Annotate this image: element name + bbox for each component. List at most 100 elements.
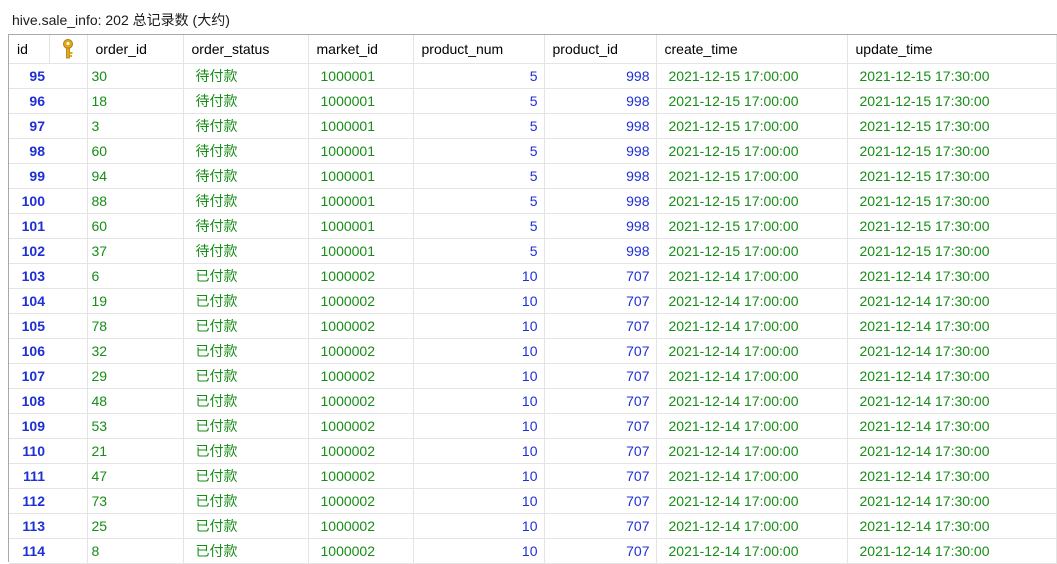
cell-order-status[interactable]: 待付款 [183, 238, 309, 264]
cell-order-id[interactable]: 21 [87, 438, 184, 464]
cell-product-id[interactable]: 707 [544, 413, 657, 439]
cell-id[interactable]: 111 [9, 463, 49, 489]
cell-update-time[interactable]: 2021-12-14 17:30:00 [847, 463, 1057, 489]
cell-market-id[interactable]: 1000002 [308, 538, 414, 564]
cell-update-time[interactable]: 2021-12-15 17:30:00 [847, 138, 1057, 164]
cell-update-time[interactable]: 2021-12-14 17:30:00 [847, 438, 1057, 464]
cell-id[interactable]: 105 [9, 313, 49, 339]
table-row[interactable]: 111 47 已付款 1000002 10 707 2021-12-14 17:00:00 2… [9, 463, 1057, 489]
cell-product-num[interactable]: 5 [413, 188, 545, 214]
cell-id[interactable]: 114 [9, 538, 49, 564]
table-row[interactable]: 102 37 待付款 1000001 5 998 2021-12-15 17:00:00 20… [9, 238, 1057, 264]
cell-order-id[interactable]: 60 [87, 138, 184, 164]
cell-order-id[interactable]: 78 [87, 313, 184, 339]
cell-create-time[interactable]: 2021-12-14 17:00:00 [656, 313, 848, 339]
cell-product-num[interactable]: 10 [413, 313, 545, 339]
cell-update-time[interactable]: 2021-12-15 17:30:00 [847, 113, 1057, 139]
table-row[interactable]: 97 3 待付款 1000001 5 998 2021-12-15 17:00:00 2021… [9, 113, 1057, 139]
cell-market-id[interactable]: 1000002 [308, 513, 414, 539]
cell-create-time[interactable]: 2021-12-14 17:00:00 [656, 388, 848, 414]
cell-product-num[interactable]: 10 [413, 363, 545, 389]
column-header-product-num[interactable]: product_num [413, 35, 545, 64]
cell-order-status[interactable]: 已付款 [183, 463, 309, 489]
cell-create-time[interactable]: 2021-12-14 17:00:00 [656, 413, 848, 439]
cell-key[interactable] [49, 63, 88, 89]
cell-order-id[interactable]: 53 [87, 413, 184, 439]
table-row[interactable]: 112 73 已付款 1000002 10 707 2021-12-14 17:00:00 2… [9, 488, 1057, 514]
cell-order-status[interactable]: 待付款 [183, 138, 309, 164]
cell-market-id[interactable]: 1000001 [308, 188, 414, 214]
cell-create-time[interactable]: 2021-12-15 17:00:00 [656, 238, 848, 264]
cell-id[interactable]: 113 [9, 513, 49, 539]
cell-product-num[interactable]: 10 [413, 488, 545, 514]
cell-key[interactable] [49, 263, 88, 289]
cell-create-time[interactable]: 2021-12-14 17:00:00 [656, 463, 848, 489]
table-row[interactable]: 113 25 已付款 1000002 10 707 2021-12-14 17:00:00 2… [9, 513, 1057, 539]
cell-key[interactable] [49, 238, 88, 264]
cell-key[interactable] [49, 438, 88, 464]
cell-order-status[interactable]: 已付款 [183, 363, 309, 389]
cell-create-time[interactable]: 2021-12-15 17:00:00 [656, 213, 848, 239]
cell-update-time[interactable]: 2021-12-15 17:30:00 [847, 163, 1057, 189]
cell-order-id[interactable]: 3 [87, 113, 184, 139]
cell-product-id[interactable]: 998 [544, 213, 657, 239]
cell-update-time[interactable]: 2021-12-14 17:30:00 [847, 338, 1057, 364]
cell-market-id[interactable]: 1000002 [308, 288, 414, 314]
cell-key[interactable] [49, 463, 88, 489]
cell-order-id[interactable]: 18 [87, 88, 184, 114]
cell-id[interactable]: 102 [9, 238, 49, 264]
cell-product-id[interactable]: 707 [544, 513, 657, 539]
cell-market-id[interactable]: 1000001 [308, 88, 414, 114]
cell-create-time[interactable]: 2021-12-14 17:00:00 [656, 263, 848, 289]
cell-market-id[interactable]: 1000001 [308, 163, 414, 189]
table-row[interactable]: 114 8 已付款 1000002 10 707 2021-12-14 17:00:00 20… [9, 538, 1057, 564]
cell-update-time[interactable]: 2021-12-14 17:30:00 [847, 388, 1057, 414]
cell-key[interactable] [49, 163, 88, 189]
cell-market-id[interactable]: 1000002 [308, 263, 414, 289]
cell-product-num[interactable]: 5 [413, 113, 545, 139]
cell-product-num[interactable]: 10 [413, 438, 545, 464]
cell-order-status[interactable]: 待付款 [183, 113, 309, 139]
cell-product-num[interactable]: 10 [413, 263, 545, 289]
cell-create-time[interactable]: 2021-12-15 17:00:00 [656, 88, 848, 114]
cell-order-status[interactable]: 已付款 [183, 388, 309, 414]
cell-product-id[interactable]: 998 [544, 238, 657, 264]
cell-order-id[interactable]: 73 [87, 488, 184, 514]
table-row[interactable]: 109 53 已付款 1000002 10 707 2021-12-14 17:00:00 2… [9, 413, 1057, 439]
cell-product-num[interactable]: 10 [413, 338, 545, 364]
cell-product-id[interactable]: 998 [544, 88, 657, 114]
cell-key[interactable] [49, 113, 88, 139]
cell-market-id[interactable]: 1000001 [308, 113, 414, 139]
cell-product-id[interactable]: 707 [544, 263, 657, 289]
cell-id[interactable]: 99 [9, 163, 49, 189]
cell-order-id[interactable]: 29 [87, 363, 184, 389]
cell-product-num[interactable]: 10 [413, 288, 545, 314]
cell-product-id[interactable]: 707 [544, 288, 657, 314]
cell-update-time[interactable]: 2021-12-15 17:30:00 [847, 63, 1057, 89]
cell-order-id[interactable]: 37 [87, 238, 184, 264]
cell-id[interactable]: 110 [9, 438, 49, 464]
cell-product-id[interactable]: 707 [544, 438, 657, 464]
cell-product-num[interactable]: 5 [413, 63, 545, 89]
cell-create-time[interactable]: 2021-12-14 17:00:00 [656, 363, 848, 389]
cell-create-time[interactable]: 2021-12-14 17:00:00 [656, 338, 848, 364]
table-row[interactable]: 108 48 已付款 1000002 10 707 2021-12-14 17:00:00 2… [9, 388, 1057, 414]
cell-order-id[interactable]: 25 [87, 513, 184, 539]
cell-id[interactable]: 98 [9, 138, 49, 164]
cell-order-id[interactable]: 32 [87, 338, 184, 364]
cell-create-time[interactable]: 2021-12-14 17:00:00 [656, 488, 848, 514]
cell-order-status[interactable]: 待付款 [183, 63, 309, 89]
cell-order-id[interactable]: 94 [87, 163, 184, 189]
result-grid[interactable]: id order_id order_status market_id produ… [8, 34, 1057, 564]
cell-order-id[interactable]: 60 [87, 213, 184, 239]
table-row[interactable]: 98 60 待付款 1000001 5 998 2021-12-15 17:00:00 202… [9, 138, 1057, 164]
cell-key[interactable] [49, 313, 88, 339]
cell-create-time[interactable]: 2021-12-14 17:00:00 [656, 513, 848, 539]
cell-order-status[interactable]: 已付款 [183, 513, 309, 539]
cell-order-id[interactable]: 6 [87, 263, 184, 289]
cell-id[interactable]: 106 [9, 338, 49, 364]
cell-product-num[interactable]: 10 [413, 388, 545, 414]
cell-order-status[interactable]: 已付款 [183, 263, 309, 289]
cell-key[interactable] [49, 138, 88, 164]
cell-id[interactable]: 112 [9, 488, 49, 514]
